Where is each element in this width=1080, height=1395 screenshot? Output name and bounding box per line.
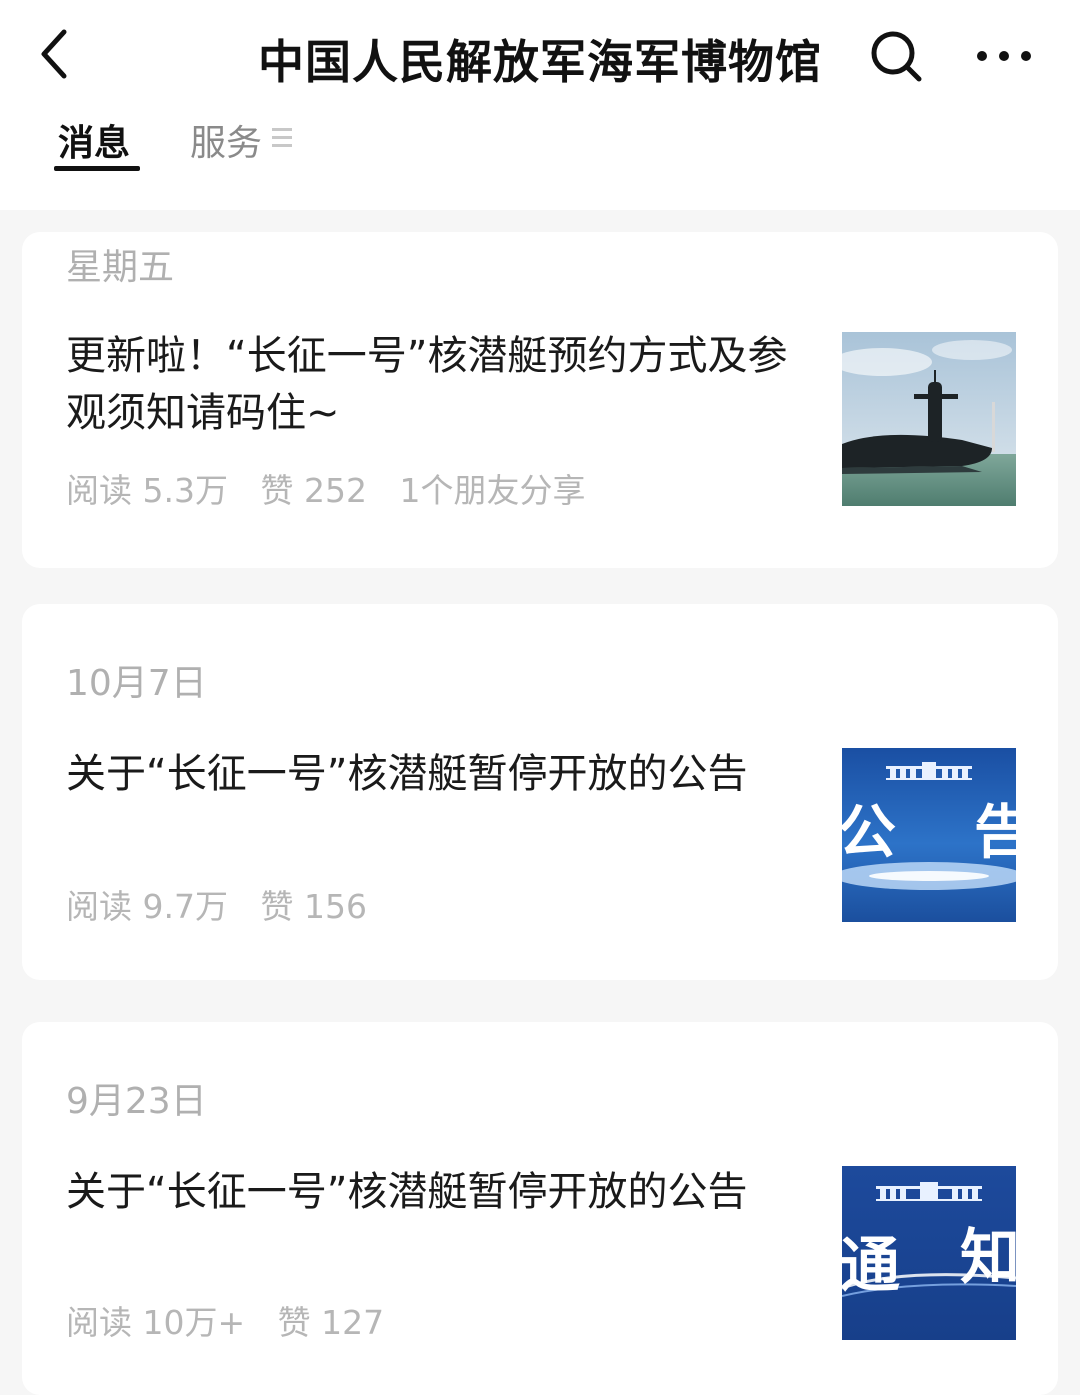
like-count: 赞 252 [260,471,367,510]
article-card[interactable]: 10月7日 关于“长征一号”核潜艇暂停开放的公告 阅读 9.7万 赞 156 公… [22,604,1058,980]
share-count: 1个朋友分享 [399,471,586,510]
search-icon [871,31,922,82]
more-dots-icon [977,51,1031,61]
article-date: 星期五 [66,247,175,288]
menu-icon[interactable] [272,128,292,150]
article-thumbnail[interactable]: 通 知 [842,1166,1016,1340]
article-card[interactable]: 9月23日 关于“长征一号”核潜艇暂停开放的公告 阅读 10万+ 赞 127 通… [22,1022,1058,1395]
more-options-button[interactable] [974,36,1034,76]
active-tab-indicator [54,166,140,171]
read-count: 阅读 5.3万 [66,471,228,510]
tab-services[interactable]: 服务 [190,114,262,166]
article-title[interactable]: 关于“长征一号”核潜艇暂停开放的公告 [66,1164,806,1221]
article-title[interactable]: 更新啦！“长征一号”核潜艇预约方式及参观须知请码住~ [66,328,806,442]
svg-text:公: 公 [842,798,896,866]
back-button[interactable] [34,24,82,84]
article-stats: 阅读 10万+ 赞 127 [66,1296,406,1344]
search-button[interactable] [866,26,926,86]
read-count: 阅读 9.7万 [66,887,228,926]
chevron-left-icon [41,29,67,79]
article-date: 10月7日 [66,663,207,704]
tab-messages[interactable]: 消息 [58,114,130,166]
article-stats: 阅读 9.7万 赞 156 [66,880,389,928]
article-title[interactable]: 关于“长征一号”核潜艇暂停开放的公告 [66,746,806,803]
submarine-photo-icon [842,332,1016,506]
svg-text:通: 通 [842,1231,900,1301]
article-stats: 阅读 5.3万 赞 252 1个朋友分享 [66,464,607,512]
announcement-banner-icon: 公 告 [842,748,1016,922]
article-card[interactable]: 星期五 更新啦！“长征一号”核潜艇预约方式及参观须知请码住~ 阅读 5.3万 赞… [22,232,1058,568]
read-count: 阅读 10万+ [66,1303,246,1342]
article-thumbnail[interactable]: 公 告 [842,748,1016,922]
article-thumbnail[interactable] [842,332,1016,506]
article-date: 9月23日 [66,1081,207,1122]
like-count: 赞 127 [277,1303,385,1342]
like-count: 赞 156 [260,887,367,926]
svg-text:知: 知 [960,1223,1016,1293]
top-bar: 中国人民解放军海军博物馆 消息 服务 [0,0,1080,210]
svg-text:告: 告 [974,798,1016,866]
notice-banner-icon: 通 知 [842,1166,1016,1340]
